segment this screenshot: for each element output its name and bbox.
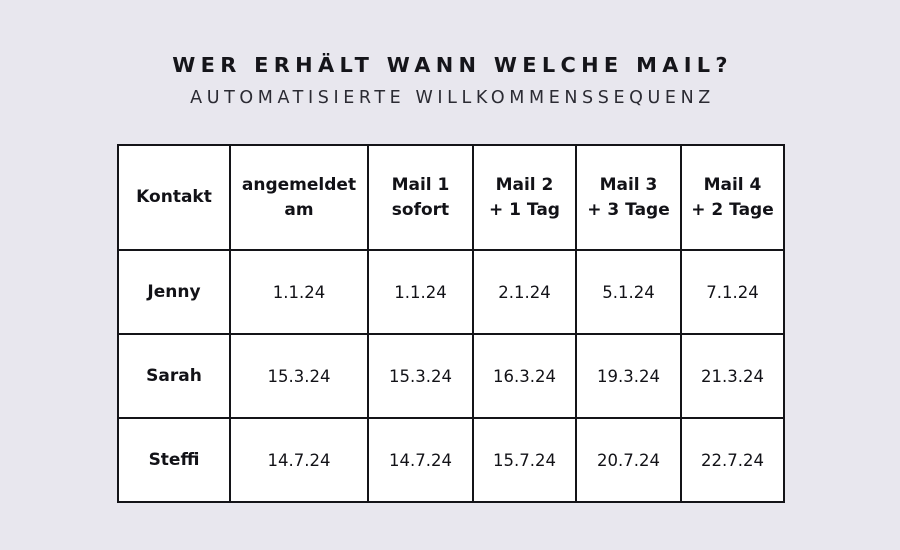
cell-angemeldet-am: 14.7.24 (229, 417, 369, 503)
column-header-line2: sofort (391, 199, 450, 220)
cell-angemeldet-am: 1.1.24 (229, 249, 369, 335)
cell-mail-2: 15.7.24 (472, 417, 577, 503)
heading-block: WER ERHÄLT WANN WELCHE MAIL? AUTOMATISIE… (0, 55, 900, 107)
cell-mail-2: 16.3.24 (472, 333, 577, 419)
cell-angemeldet-am: 15.3.24 (229, 333, 369, 419)
page-subtitle: AUTOMATISIERTE WILLKOMMENSSEQUENZ (190, 87, 715, 108)
column-header-line1: Mail 4 (703, 175, 762, 196)
column-header-line1: angemeldet (241, 175, 357, 196)
column-header-mail-2: Mail 2 + 1 Tag (472, 144, 577, 251)
column-header-line2: + 1 Tag (489, 199, 560, 220)
column-header-line2: + 2 Tage (691, 199, 774, 220)
table-row: Steffi 14.7.24 14.7.24 15.7.24 20.7.24 2… (117, 417, 785, 503)
column-header-mail-3: Mail 3 + 3 Tage (575, 144, 682, 251)
cell-mail-1: 1.1.24 (367, 249, 474, 335)
contact-name: Sarah (117, 333, 231, 419)
cell-mail-1: 14.7.24 (367, 417, 474, 503)
cell-mail-4: 7.1.24 (680, 249, 785, 335)
cell-mail-3: 20.7.24 (575, 417, 682, 503)
column-header-line1: Mail 3 (599, 175, 658, 196)
schedule-table-container: Kontakt angemeldet am Mail 1 sofort Mail… (117, 144, 785, 503)
cell-mail-2: 2.1.24 (472, 249, 577, 335)
cell-mail-4: 22.7.24 (680, 417, 785, 503)
table-row: Sarah 15.3.24 15.3.24 16.3.24 19.3.24 21… (117, 333, 785, 419)
column-header-line1: Mail 1 (391, 175, 450, 196)
column-header-kontakt: Kontakt (117, 144, 231, 251)
contact-name: Jenny (117, 249, 231, 335)
table-header: Kontakt angemeldet am Mail 1 sofort Mail… (117, 144, 785, 251)
cell-mail-4: 21.3.24 (680, 333, 785, 419)
column-header-line2: am (284, 199, 314, 220)
column-header-line1: Mail 2 (495, 175, 554, 196)
cell-mail-3: 19.3.24 (575, 333, 682, 419)
table-body: Jenny 1.1.24 1.1.24 2.1.24 5.1.24 7.1.24… (117, 249, 785, 503)
column-header-mail-1: Mail 1 sofort (367, 144, 474, 251)
slide-canvas: WER ERHÄLT WANN WELCHE MAIL? AUTOMATISIE… (0, 0, 900, 550)
page-title: WER ERHÄLT WANN WELCHE MAIL? (172, 53, 733, 77)
contact-name: Steffi (117, 417, 231, 503)
column-header-line2: + 3 Tage (587, 199, 670, 220)
table-row: Jenny 1.1.24 1.1.24 2.1.24 5.1.24 7.1.24 (117, 249, 785, 335)
column-header-angemeldet-am: angemeldet am (229, 144, 369, 251)
column-header-mail-4: Mail 4 + 2 Tage (680, 144, 785, 251)
schedule-table: Kontakt angemeldet am Mail 1 sofort Mail… (117, 144, 785, 503)
column-header-line1: Kontakt (136, 187, 212, 208)
cell-mail-3: 5.1.24 (575, 249, 682, 335)
table-header-row: Kontakt angemeldet am Mail 1 sofort Mail… (117, 144, 785, 251)
cell-mail-1: 15.3.24 (367, 333, 474, 419)
